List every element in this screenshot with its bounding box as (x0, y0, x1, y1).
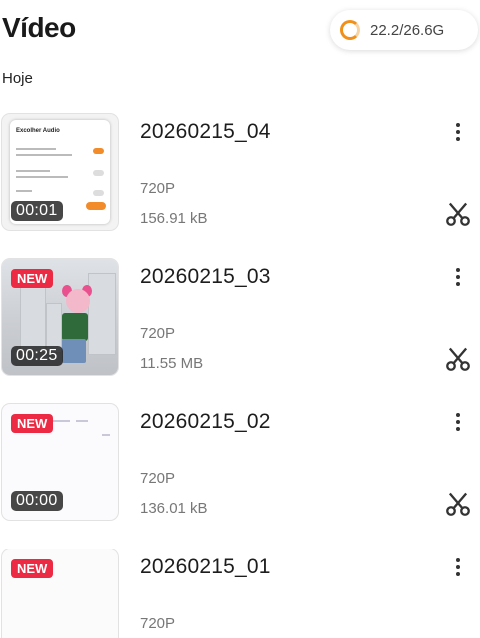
video-duration: 00:00 (11, 491, 63, 511)
storage-ring-icon (340, 20, 360, 40)
scissors-icon[interactable] (444, 490, 472, 518)
more-vertical-icon[interactable] (448, 120, 468, 146)
video-thumbnail[interactable]: NEW 00:00 (2, 404, 118, 520)
video-list-item[interactable]: NEW 00:00 20260215_02 720P 136.01 kB (0, 404, 480, 549)
video-duration: 00:25 (11, 346, 63, 366)
more-vertical-icon[interactable] (448, 555, 468, 581)
thumbnail-dialog-title: Excolher Audio (16, 128, 60, 134)
video-size: 136.01 kB (140, 500, 208, 517)
new-badge: NEW (11, 269, 54, 288)
scissors-icon[interactable] (444, 345, 472, 373)
video-resolution: 720P (140, 325, 176, 342)
page-title: Vídeo (2, 12, 76, 43)
storage-indicator[interactable]: 22.2/26.6G (330, 10, 478, 50)
section-label-today: Hoje (2, 70, 33, 87)
video-name: 20260215_01 (140, 555, 271, 578)
video-size: 156.91 kB (140, 210, 208, 227)
scissors-icon[interactable] (444, 200, 472, 228)
video-thumbnail[interactable]: Excolher Audio 00:01 (2, 114, 118, 230)
video-thumbnail[interactable]: NEW 00:25 (2, 259, 118, 375)
more-vertical-icon[interactable] (448, 410, 468, 436)
video-name: 20260215_04 (140, 120, 271, 143)
video-list-item[interactable]: NEW 00:25 20260215_03 720P 11.55 MB (0, 259, 480, 404)
video-list-item[interactable]: Excolher Audio 00:01 20260215_04 720P 15… (0, 114, 480, 259)
video-list-item[interactable]: NEW 20260215_01 720P (0, 549, 480, 638)
video-name: 20260215_02 (140, 410, 271, 433)
video-size: 11.55 MB (140, 355, 204, 372)
storage-text: 22.2/26.6G (370, 22, 445, 39)
video-duration: 00:01 (11, 201, 63, 221)
more-vertical-icon[interactable] (448, 265, 468, 291)
video-name: 20260215_03 (140, 265, 271, 288)
new-badge: NEW (11, 414, 54, 433)
video-resolution: 720P (140, 615, 176, 632)
video-resolution: 720P (140, 180, 176, 197)
video-resolution: 720P (140, 470, 176, 487)
video-thumbnail[interactable]: NEW (2, 549, 118, 638)
new-badge: NEW (11, 559, 54, 578)
